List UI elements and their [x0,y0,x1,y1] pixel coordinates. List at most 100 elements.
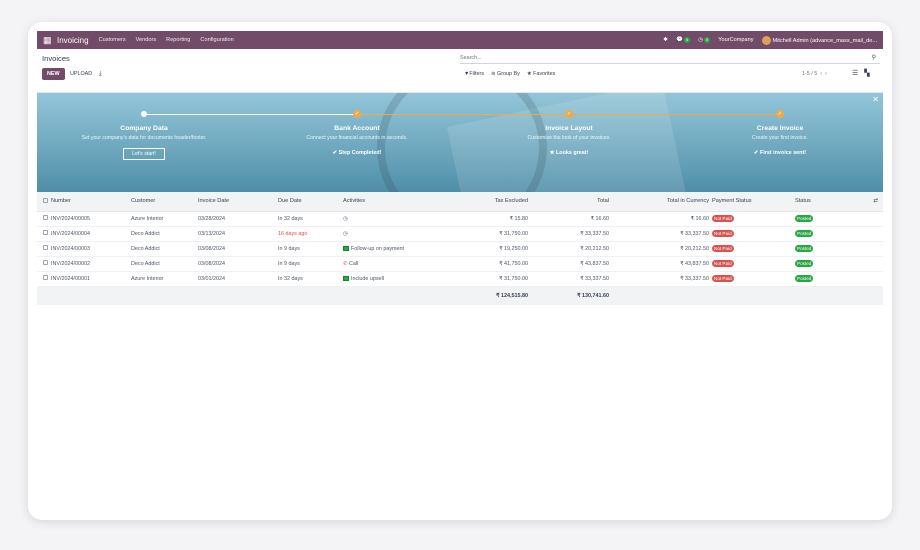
activities-badge: 5 [704,37,711,43]
grid-icon[interactable]: ▦ [43,35,53,46]
list-view-icon[interactable]: ☰ [852,69,858,77]
kanban-view-icon[interactable]: ▚ [864,69,869,77]
chevron-right-icon[interactable]: › [824,71,827,77]
col-payment-status[interactable]: Payment Status [709,192,795,212]
menu-configuration[interactable]: Configuration [200,37,233,43]
table-header: Number Customer Invoice Date Due Date Ac… [37,192,883,212]
col-status[interactable]: Status [795,192,850,212]
search-input[interactable]: Search... ⚲ [460,53,880,64]
table-row[interactable]: INV/2024/00001 Azure Interior 03/01/2024… [37,271,883,287]
messages-badge: 5 [683,37,691,43]
step-desc: Customize the look of your invoices. [527,135,611,141]
step-status-label: First invoice sent! [759,150,807,156]
step-invoice-layout: Invoice Layout Customize the look of you… [499,125,639,156]
invoices-table: Number Customer Invoice Date Due Date Ac… [37,192,883,305]
favorites-button[interactable]: ★ Favorites [527,71,556,77]
col-invoice-date[interactable]: Invoice Date [198,192,278,212]
col-due-date[interactable]: Due Date [278,192,343,212]
cell-activity[interactable]: ✆ Call [343,256,428,272]
checkbox[interactable] [43,260,48,265]
col-number[interactable]: Number [51,192,131,212]
clock-icon[interactable]: ◷ 5 [698,37,711,43]
page-title[interactable]: Invoices [42,54,70,63]
step-company-data: Company Data Set your company's data for… [74,125,214,160]
cell-number: INV/2024/00005 [51,211,131,227]
cell-due-date: In 9 days [278,256,343,272]
step-title: Company Data [120,125,168,132]
table-row[interactable]: INV/2024/00005 Azure Interior 03/28/2024… [37,211,883,227]
menu-customers[interactable]: Customers [99,37,126,43]
cell-due-date: In 9 days [278,241,343,257]
clock-icon[interactable]: ◷ [343,231,348,237]
total-tax-excluded: ₹ 124,515.80 [428,286,528,305]
app-name[interactable]: Invoicing [57,36,89,45]
checkbox[interactable] [43,275,48,280]
upload-button[interactable]: UPLOAD [70,68,92,80]
payment-status-badge: Not Paid [712,215,734,222]
step-status[interactable]: ★ Looks great! [499,150,639,156]
chevron-left-icon[interactable]: ‹ [819,71,822,77]
select-all-checkbox[interactable] [37,192,51,212]
lets-start-button[interactable]: Let's start! [123,148,165,160]
messages-icon[interactable]: 💬 5 [676,37,691,43]
checkbox[interactable] [43,197,48,203]
download-icon[interactable]: ⤓ [99,68,102,80]
user-menu[interactable]: Mitchell Admin (advance_mass_mail_de... [761,35,877,45]
status-badge: Posted [795,275,814,282]
cell-customer: Deco Addict [131,256,198,272]
cell-total: ₹ 43,837.50 [528,256,609,272]
app-window: ▦ Invoicing Customers Vendors Reporting … [37,31,883,511]
company-name[interactable]: YourCompany [718,37,753,43]
filters-button[interactable]: ▼Filters [464,71,484,77]
col-activities[interactable]: Activities [343,192,428,212]
step-status-label: Looks great! [555,150,589,156]
status-badge: Posted [795,230,814,237]
table-row[interactable]: INV/2024/00004 Deco Addict 03/13/2024 16… [37,226,883,242]
payment-status-badge: Not Paid [712,230,734,237]
payment-status-badge: Not Paid [712,260,734,267]
checkbox[interactable] [43,230,48,235]
cell-due-date: In 32 days [278,211,343,227]
cell-customer: Deco Addict [131,226,198,242]
cell-total-currency: ₹ 33,337.50 [609,271,709,287]
menu-reporting[interactable]: Reporting [166,37,190,43]
cell-total-currency: ₹ 20,212.50 [609,241,709,257]
user-name: Mitchell Admin (advance_mass_mail_de... [772,37,877,44]
search-icon[interactable]: ⚲ [872,53,876,64]
pager: 1-5 / 5 ‹ › [802,71,827,77]
step-title: Invoice Layout [545,125,593,132]
cell-number: INV/2024/00002 [51,256,131,272]
clock-icon[interactable]: ◷ [343,216,348,222]
check-icon: ✓ [353,110,361,118]
search-options: ▼Filters ≋ Group By ★ Favorites [464,71,555,77]
groupby-button[interactable]: ≋ Group By [491,71,520,77]
close-icon[interactable]: ✕ [872,95,879,104]
cell-total: ₹ 16.60 [528,211,609,227]
cell-activity[interactable]: Include upsell [343,271,428,287]
pager-value[interactable]: 1-5 / 5 [802,71,817,77]
cell-due-date: In 32 days [278,271,343,287]
email-icon [343,245,349,251]
checkbox[interactable] [43,215,48,220]
new-button[interactable]: NEW [42,68,65,80]
cell-tax-excluded: ₹ 15.80 [428,211,528,227]
step-status[interactable]: ✔ First invoice sent! [710,150,850,156]
checkbox[interactable] [43,245,48,250]
table-row[interactable]: INV/2024/00003 Deco Addict 03/08/2024 In… [37,241,883,257]
col-total-currency[interactable]: Total in Currency [609,192,709,212]
cell-invoice-date: 03/13/2024 [198,226,278,242]
menu-vendors[interactable]: Vendors [136,37,157,43]
bug-icon[interactable]: ✱ [663,37,668,43]
navbar-right: ✱ 💬 5 ◷ 5 YourCompany Mitchell Admin (adva… [663,35,877,45]
col-tax-excluded[interactable]: Tax Excluded [428,192,528,212]
col-customer[interactable]: Customer [131,192,198,212]
filters-label: Filters [469,71,485,77]
step-desc: Set your company's data for documents he… [81,135,207,141]
activity-label: Call [349,260,359,267]
payment-status-badge: Not Paid [712,245,734,252]
col-total[interactable]: Total [528,192,609,212]
table-row[interactable]: INV/2024/00002 Deco Addict 03/08/2024 In… [37,256,883,272]
step-status[interactable]: ✔ Step Completed! [287,150,427,156]
column-settings-icon[interactable]: ⇄ [850,192,883,212]
cell-activity[interactable]: Follow-up on payment [343,241,428,257]
